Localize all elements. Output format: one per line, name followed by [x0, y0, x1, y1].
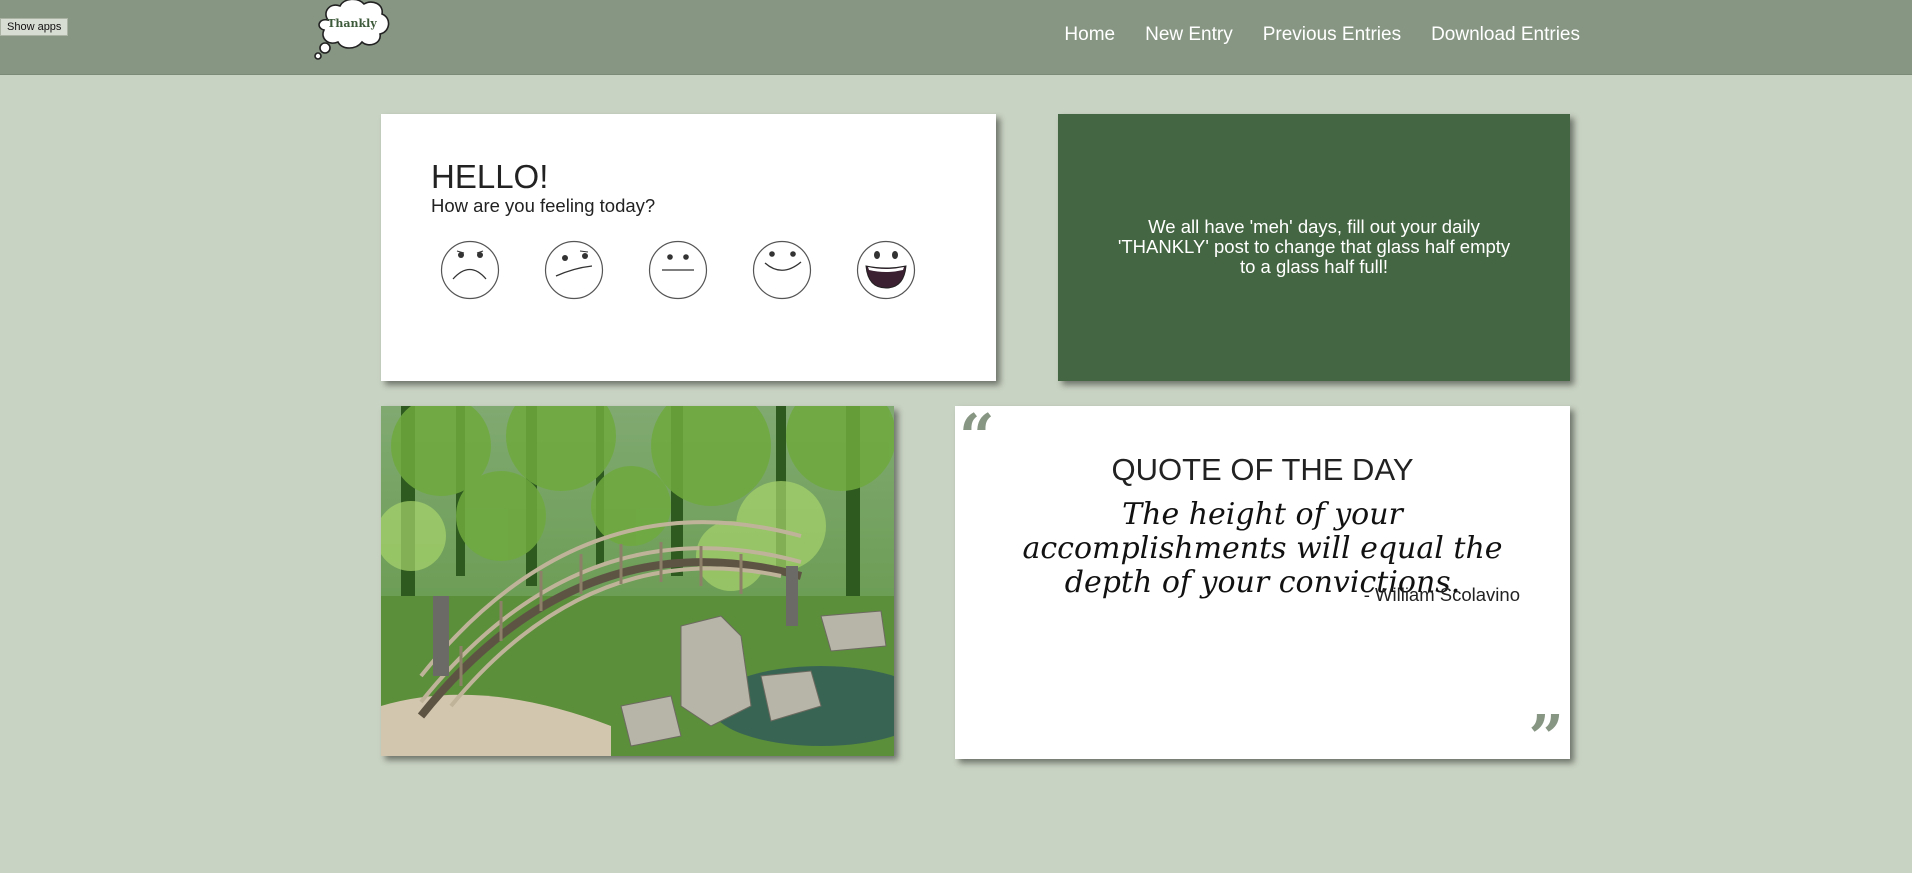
very-happy-face-icon[interactable] [856, 240, 916, 300]
quote-card: “ QUOTE OF THE DAY The height of your ac… [955, 406, 1570, 769]
thankly-logo[interactable]: Thankly [312, 0, 394, 64]
hello-title: HELLO! [431, 158, 549, 195]
neutral-face-icon[interactable] [648, 240, 708, 300]
main-nav: Home New Entry Previous Entries Download… [1064, 24, 1580, 46]
hello-card: HELLO! How are you feeling today? [381, 114, 996, 381]
top-header: Thankly Home New Entry Previous Entries … [0, 0, 1912, 75]
nav-previous-entries[interactable]: Previous Entries [1263, 24, 1401, 46]
close-quote-icon: ” [1528, 701, 1564, 774]
unsure-face-icon[interactable] [544, 240, 604, 300]
content-face-icon[interactable] [752, 240, 812, 300]
quote-title: QUOTE OF THE DAY [1111, 452, 1414, 487]
motto-text: We all have 'meh' days, fill out your da… [1117, 216, 1511, 277]
nav-home[interactable]: Home [1064, 24, 1115, 46]
garden-bridge-photo [381, 406, 894, 756]
very-sad-face-icon[interactable] [440, 240, 500, 300]
feeling-question: How are you feeling today? [431, 195, 656, 216]
motto-card: We all have 'meh' days, fill out your da… [1058, 114, 1570, 381]
mood-selector [440, 240, 916, 300]
logo-text: Thankly [327, 17, 377, 30]
quote-author: - William Scolavino [1363, 584, 1520, 605]
nav-new-entry[interactable]: New Entry [1145, 24, 1233, 46]
nav-download-entries[interactable]: Download Entries [1431, 24, 1580, 46]
show-apps-button[interactable]: Show apps [0, 18, 69, 36]
